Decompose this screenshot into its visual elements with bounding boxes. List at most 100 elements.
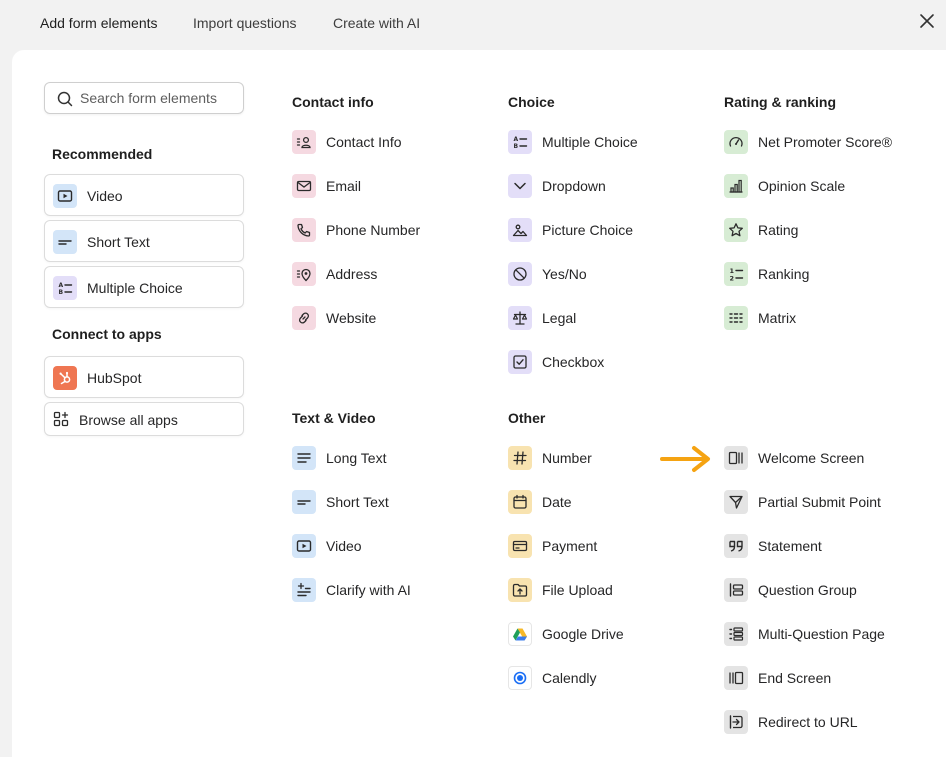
phone-icon [292, 218, 316, 242]
element-website-label: Website [326, 310, 377, 326]
calendar-icon [508, 490, 532, 514]
short-text-icon [53, 230, 77, 254]
element-clarify-with-ai[interactable]: Clarify with AI [292, 578, 472, 602]
element-multi-question-page[interactable]: Multi-Question Page [724, 622, 914, 646]
element-file-upload-label: File Upload [542, 582, 613, 598]
element-yes-no-label: Yes/No [542, 266, 587, 282]
close-icon[interactable] [918, 12, 936, 30]
element-partial-submit-point[interactable]: Partial Submit Point [724, 490, 914, 514]
element-net-promoter-score[interactable]: Net Promoter Score® [724, 130, 914, 154]
element-video-label: Video [326, 538, 362, 554]
element-contact-info[interactable]: Contact Info [292, 130, 472, 154]
recommended-video-label: Video [87, 188, 123, 204]
end-screen-icon [724, 666, 748, 690]
rating-ranking-heading: Rating & ranking [724, 94, 837, 110]
send-icon [724, 490, 748, 514]
location-pin-icon [292, 262, 316, 286]
elements-panel: Recommended Video Short Text AB Multiple… [12, 50, 946, 757]
browse-all-apps-button[interactable]: Browse all apps [44, 402, 244, 436]
element-multiple-choice-label: Multiple Choice [542, 134, 638, 150]
element-rating[interactable]: Rating [724, 218, 914, 242]
element-matrix-label: Matrix [758, 310, 797, 326]
element-picture-choice[interactable]: Picture Choice [508, 218, 688, 242]
recommended-short-text[interactable]: Short Text [44, 220, 244, 262]
element-date[interactable]: Date [508, 490, 688, 514]
element-opinion-scale-label: Opinion Scale [758, 178, 846, 194]
recommended-short-text-label: Short Text [87, 234, 150, 250]
recommended-video[interactable]: Video [44, 174, 244, 216]
element-phone-number[interactable]: Phone Number [292, 218, 472, 242]
redirect-icon [724, 710, 748, 734]
tab-add-form-elements[interactable]: Add form elements [40, 13, 158, 33]
picture-icon [508, 218, 532, 242]
element-welcome-screen-label: Welcome Screen [758, 450, 865, 466]
element-long-text[interactable]: Long Text [292, 446, 472, 470]
element-payment[interactable]: Payment [508, 534, 688, 558]
element-short-text[interactable]: Short Text [292, 490, 472, 514]
quote-icon [724, 534, 748, 558]
element-email[interactable]: Email [292, 174, 472, 198]
bar-scale-icon [724, 174, 748, 198]
apps-grid-icon [53, 411, 69, 427]
element-google-drive[interactable]: Google Drive [508, 622, 688, 646]
short-text-icon [292, 490, 316, 514]
tab-create-with-ai[interactable]: Create with AI [333, 13, 420, 33]
element-rating-label: Rating [758, 222, 799, 238]
google-drive-icon [508, 622, 532, 646]
recommended-heading: Recommended [52, 146, 153, 162]
app-hubspot[interactable]: HubSpot [44, 356, 244, 398]
element-end-screen-label: End Screen [758, 670, 832, 686]
hash-icon [508, 446, 532, 470]
multi-question-icon [724, 622, 748, 646]
svg-text:A: A [514, 136, 519, 143]
search-input[interactable] [80, 83, 238, 113]
element-address[interactable]: Address [292, 262, 472, 286]
tab-import-questions[interactable]: Import questions [193, 13, 297, 33]
element-number-label: Number [542, 450, 592, 466]
element-partial-submit-point-label: Partial Submit Point [758, 494, 881, 510]
yes-no-icon [508, 262, 532, 286]
element-opinion-scale[interactable]: Opinion Scale [724, 174, 914, 198]
element-website[interactable]: Website [292, 306, 472, 330]
recommended-multiple-choice[interactable]: AB Multiple Choice [44, 266, 244, 308]
element-statement-label: Statement [758, 538, 822, 554]
recommended-multiple-choice-label: Multiple Choice [87, 280, 183, 296]
element-google-drive-label: Google Drive [542, 626, 624, 642]
scales-icon [508, 306, 532, 330]
element-multiple-choice[interactable]: AB Multiple Choice [508, 130, 688, 154]
multiple-choice-icon: AB [508, 130, 532, 154]
file-upload-icon [508, 578, 532, 602]
element-legal[interactable]: Legal [508, 306, 688, 330]
element-ranking-label: Ranking [758, 266, 810, 282]
svg-text:B: B [59, 289, 64, 296]
element-date-label: Date [542, 494, 572, 510]
connect-apps-heading: Connect to apps [52, 326, 162, 342]
clarify-ai-icon [292, 578, 316, 602]
checkbox-icon [508, 350, 532, 374]
credit-card-icon [508, 534, 532, 558]
svg-text:B: B [514, 143, 519, 150]
element-checkbox[interactable]: Checkbox [508, 350, 688, 374]
element-dropdown[interactable]: Dropdown [508, 174, 688, 198]
element-short-text-label: Short Text [326, 494, 389, 510]
element-file-upload[interactable]: File Upload [508, 578, 688, 602]
element-phone-number-label: Phone Number [326, 222, 421, 238]
video-icon [292, 534, 316, 558]
element-email-label: Email [326, 178, 362, 194]
arrow-right-icon [660, 446, 710, 472]
matrix-icon [724, 306, 748, 330]
element-video[interactable]: Video [292, 534, 472, 558]
element-statement[interactable]: Statement [724, 534, 914, 558]
element-end-screen[interactable]: End Screen [724, 666, 914, 690]
element-yes-no[interactable]: Yes/No [508, 262, 688, 286]
element-picture-choice-label: Picture Choice [542, 222, 634, 238]
search-icon [57, 91, 73, 107]
element-ranking[interactable]: 12 Ranking [724, 262, 914, 286]
element-redirect-to-url[interactable]: Redirect to URL [724, 710, 914, 734]
choice-heading: Choice [508, 94, 555, 110]
element-question-group[interactable]: Question Group [724, 578, 914, 602]
element-welcome-screen[interactable]: Welcome Screen [724, 446, 914, 470]
text-video-heading: Text & Video [292, 410, 376, 426]
element-matrix[interactable]: Matrix [724, 306, 914, 330]
element-calendly[interactable]: Calendly [508, 666, 688, 690]
